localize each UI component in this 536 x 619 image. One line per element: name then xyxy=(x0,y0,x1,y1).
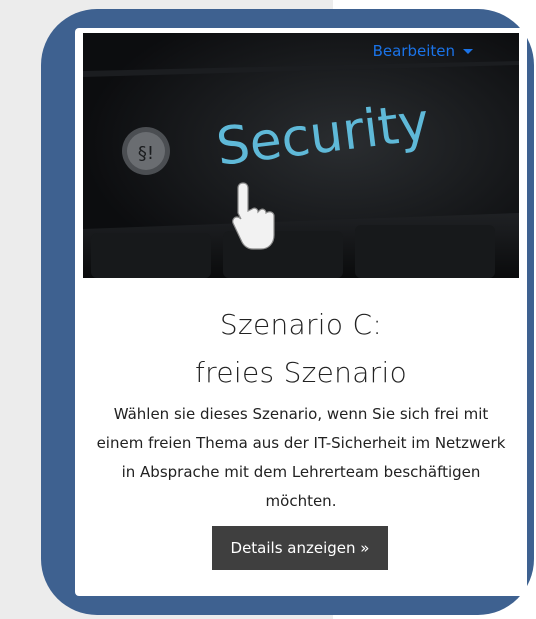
card-description: Wählen sie dieses Szenario, wenn Sie sic… xyxy=(96,405,506,510)
card-title-line2: freies Szenario xyxy=(195,356,407,389)
card-image: §! Security Bearbeiten xyxy=(83,33,519,278)
caret-down-icon xyxy=(463,48,473,54)
edit-label: Bearbeiten xyxy=(372,42,455,60)
scenario-card: §! Security Bearbeiten Szenario C: freie… xyxy=(75,28,527,596)
card-title-line1: Szenario C: xyxy=(219,308,383,341)
page: §! Security Bearbeiten Szenario C: freie… xyxy=(0,0,536,619)
security-keyboard-image: §! Security xyxy=(83,33,519,278)
details-button[interactable]: Details anzeigen » xyxy=(212,526,388,570)
key-glyph: §! xyxy=(138,143,154,164)
edit-dropdown[interactable]: Bearbeiten xyxy=(373,42,473,60)
